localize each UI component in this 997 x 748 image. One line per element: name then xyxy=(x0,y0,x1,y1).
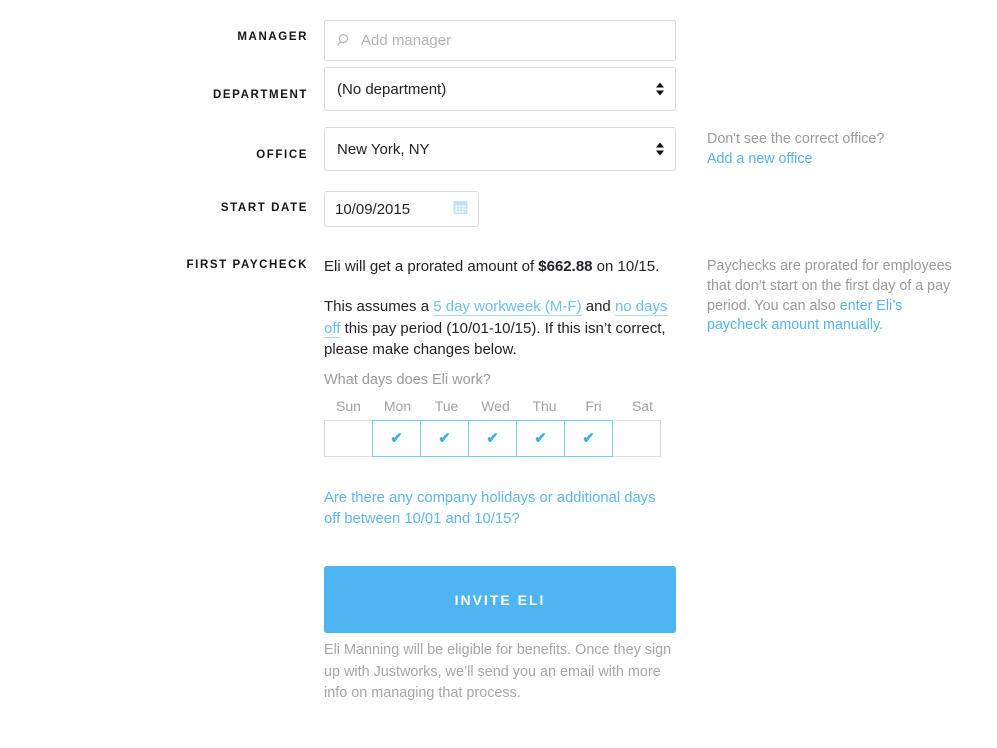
assumes-mid: and xyxy=(581,298,615,315)
assumes-prefix: This assumes a xyxy=(324,298,434,315)
add-new-office-link[interactable]: Add a new office xyxy=(707,151,812,167)
paycheck-summary-prefix: Eli will get a prorated amount of xyxy=(324,258,539,275)
paycheck-helper-text: Paychecks are prorated for employees tha… xyxy=(707,258,952,314)
days-question: What days does Eli work? xyxy=(324,372,491,388)
paycheck-assumptions: This assumes a 5 day workweek (M-F) and … xyxy=(324,296,680,361)
office-helper-text: Don't see the correct office? xyxy=(707,131,885,147)
office-value: New York, NY xyxy=(337,140,430,158)
weekday-checkbox-sun[interactable] xyxy=(324,420,373,457)
department-select[interactable]: (No department) xyxy=(324,67,676,111)
check-icon: ✔ xyxy=(390,430,403,447)
weekday-header-sat: Sat xyxy=(631,398,653,414)
weekday-header-mon: Mon xyxy=(383,398,412,414)
office-select[interactable]: New York, NY xyxy=(324,127,676,171)
weekday-checkbox-sat[interactable] xyxy=(612,420,661,457)
weekday-checkbox-tue[interactable]: ✔ xyxy=(420,420,469,457)
check-icon: ✔ xyxy=(486,430,499,447)
weekday-checkbox-grid[interactable]: ✔ ✔ ✔ ✔ ✔ xyxy=(324,420,661,457)
weekday-header-fri: Fri xyxy=(585,398,602,414)
weekday-header-tue: Tue xyxy=(434,398,459,414)
chevron-updown-icon xyxy=(656,82,664,96)
start-date-label: START DATE xyxy=(220,202,308,214)
department-value: (No department) xyxy=(337,80,447,98)
manager-label: MANAGER xyxy=(237,31,308,43)
weekday-header-thu: Thu xyxy=(532,398,557,414)
assumes-suffix: this pay period (10/01-10/15). If this i… xyxy=(324,319,666,359)
invite-footnote: Eli Manning will be eligible for benefit… xyxy=(324,642,672,701)
weekday-header-sun: Sun xyxy=(336,398,361,414)
check-icon: ✔ xyxy=(582,430,595,447)
office-helper: Don't see the correct office? Add a new … xyxy=(707,130,965,170)
weekday-checkbox-thu[interactable]: ✔ xyxy=(516,420,565,457)
calendar-icon[interactable] xyxy=(453,200,468,219)
manager-input[interactable]: Add manager xyxy=(324,20,676,61)
paycheck-summary-suffix: on 10/15. xyxy=(592,258,660,275)
check-icon: ✔ xyxy=(438,430,451,447)
weekday-checkbox-fri[interactable]: ✔ xyxy=(564,420,613,457)
weekday-header-row: Sun Mon Tue Wed Thu Fri Sat xyxy=(324,398,667,414)
paycheck-amount: $662.88 xyxy=(538,258,593,275)
weekday-checkbox-wed[interactable]: ✔ xyxy=(468,420,517,457)
holidays-link[interactable]: Are there any company holidays or additi… xyxy=(324,488,674,530)
first-paycheck-label: FIRST PAYCHECK xyxy=(186,259,308,271)
paycheck-summary: Eli will get a prorated amount of $662.8… xyxy=(324,256,684,278)
office-label: OFFICE xyxy=(256,149,308,161)
manager-placeholder: Add manager xyxy=(361,32,452,49)
search-icon xyxy=(337,33,352,48)
chevron-updown-icon xyxy=(656,142,664,156)
department-label: DEPARTMENT xyxy=(212,89,308,101)
paycheck-helper: Paychecks are prorated for employees tha… xyxy=(707,257,965,336)
start-date-value: 10/09/2015 xyxy=(335,200,411,218)
weekday-checkbox-mon[interactable]: ✔ xyxy=(372,420,421,457)
check-icon: ✔ xyxy=(534,430,547,447)
weekday-header-wed: Wed xyxy=(481,398,510,414)
workweek-link[interactable]: 5 day workweek (M-F) xyxy=(433,298,582,316)
invite-button[interactable]: INVITE ELI xyxy=(324,566,676,633)
start-date-input[interactable]: 10/09/2015 xyxy=(324,191,479,227)
